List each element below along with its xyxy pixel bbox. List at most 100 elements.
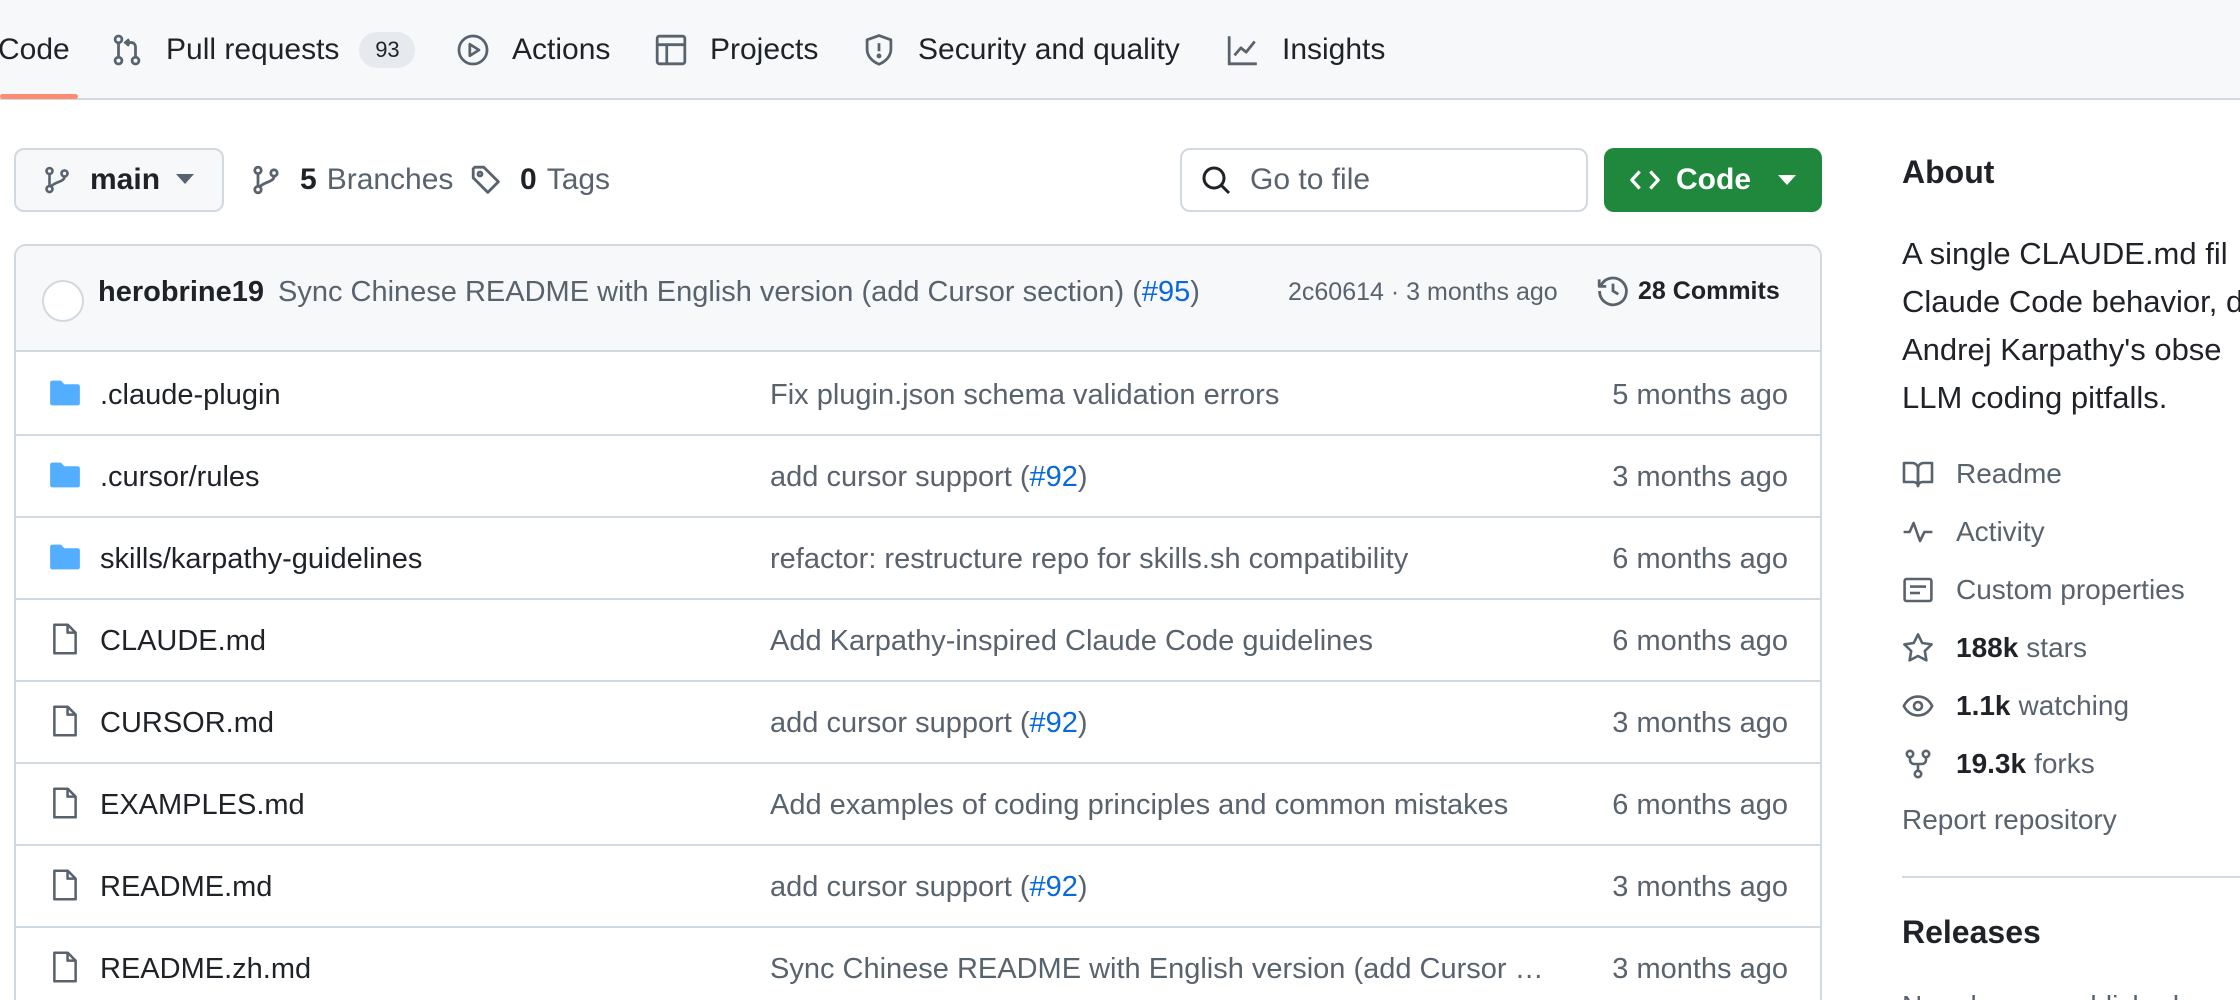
code-button[interactable]: Code: [1604, 148, 1822, 212]
tags-count: 0: [520, 163, 537, 196]
about-heading: About: [1902, 154, 1995, 190]
tags-label: Tags: [546, 163, 611, 196]
tags-link[interactable]: 0 Tags: [470, 148, 610, 212]
activity-link[interactable]: Activity: [1902, 512, 2045, 552]
search-input[interactable]: [1250, 163, 1570, 197]
commit-hash[interactable]: 2c60614: [1288, 278, 1384, 306]
forks-count: 19.3k: [1956, 748, 2027, 779]
file-name[interactable]: EXAMPLES.md: [100, 789, 305, 822]
play-icon: [456, 33, 490, 67]
file-commit-message[interactable]: add cursor support (#92): [770, 871, 1088, 904]
avatar[interactable]: [42, 280, 84, 322]
file-name[interactable]: skills/karpathy-guidelines: [100, 543, 422, 576]
git-branch-icon: [45, 166, 69, 194]
file-commit-date: 6 months ago: [1612, 543, 1788, 575]
file-row[interactable]: skills/karpathy-guidelines refactor: rest…: [16, 518, 1820, 600]
file-row[interactable]: .claude-plugin Fix plugin.json schema val…: [16, 354, 1820, 436]
file-name[interactable]: README.md: [100, 871, 272, 904]
stars-link[interactable]: 188k stars: [1902, 628, 2087, 668]
file-commit-message-text: Add examples of coding principles and co…: [770, 789, 1509, 821]
file-commit-pr-link[interactable]: #92: [1030, 871, 1078, 903]
eye-icon: [1902, 695, 1934, 717]
branch-selector-button[interactable]: main: [14, 148, 224, 212]
tab-security-label: Security and quality: [918, 33, 1180, 66]
folder-icon: [48, 540, 82, 574]
about-description-line: Andrej Karpathy's obse: [1902, 332, 2222, 367]
custom-properties-link[interactable]: Custom properties: [1902, 570, 2185, 610]
about-description-line: Claude Code behavior, d: [1902, 284, 2240, 319]
stars-label: stars: [2026, 632, 2087, 663]
custom-properties-label: Custom properties: [1956, 574, 2185, 605]
file-name[interactable]: .claude-plugin: [100, 379, 281, 412]
file-commit-pr-link[interactable]: #92: [1030, 707, 1078, 739]
file-name[interactable]: CURSOR.md: [100, 707, 274, 740]
commits-history-link[interactable]: 28 Commits: [1596, 274, 1780, 308]
tab-security[interactable]: Security and quality: [862, 0, 1180, 100]
history-icon: [1597, 276, 1628, 307]
latest-commit-bar: herobrine19 Sync Chinese README with Eng…: [16, 246, 1820, 352]
tab-code-selected-indicator: [0, 94, 78, 99]
git-pull-request-icon: [110, 33, 144, 67]
tab-pull-requests-label: Pull requests: [166, 33, 340, 66]
file-commit-message[interactable]: Fix plugin.json schema validation errors: [770, 379, 1279, 412]
tab-projects[interactable]: Projects: [654, 0, 818, 100]
commit-pr-link[interactable]: #95: [1142, 276, 1190, 308]
readme-link[interactable]: Readme: [1902, 454, 2062, 494]
file-commit-message-text: add cursor support (: [770, 871, 1030, 903]
file-name[interactable]: README.zh.md: [100, 953, 311, 986]
tab-pull-requests[interactable]: Pull requests 93: [110, 0, 416, 100]
commit-message[interactable]: Sync Chinese README with English version…: [278, 276, 1200, 309]
file-row[interactable]: .cursor/rules add cursor support (#92) 3 m…: [16, 436, 1820, 518]
repo-forked-icon: [1905, 749, 1931, 779]
repo-nav: Code Pull requests 93 Actions Projects S…: [0, 0, 2240, 100]
file-commit-message-text: Sync Chinese README with English version…: [770, 953, 1550, 985]
file-commit-message[interactable]: Sync Chinese README with English version…: [770, 953, 1550, 986]
branches-count: 5: [300, 163, 317, 196]
forks-link[interactable]: 19.3k forks: [1902, 744, 2095, 784]
about-description: A single CLAUDE.md fil Claude Code behav…: [1902, 230, 2240, 422]
file-commit-message[interactable]: add cursor support (#92): [770, 461, 1088, 494]
tab-projects-label: Projects: [710, 33, 819, 66]
file-commit-message[interactable]: Add Karpathy-inspired Claude Code guidel…: [770, 625, 1373, 658]
file-row[interactable]: README.zh.md Sync Chinese README with Eng…: [16, 928, 1820, 1000]
commit-message-text: Sync Chinese README with English version…: [278, 276, 1142, 308]
report-repository-link[interactable]: Report repository: [1902, 804, 2117, 836]
file-icon: [48, 704, 82, 738]
file-commit-message[interactable]: refactor: restructure repo for skills.sh…: [770, 543, 1408, 576]
file-row[interactable]: CURSOR.md add cursor support (#92) 3 month…: [16, 682, 1820, 764]
file-commit-message-text: Fix plugin.json schema validation errors: [770, 379, 1280, 411]
folder-icon: [48, 458, 82, 492]
file-row[interactable]: EXAMPLES.md Add examples of coding princi…: [16, 764, 1820, 846]
shield-icon: [862, 33, 896, 67]
file-icon: [48, 868, 82, 902]
search-icon: [1202, 166, 1231, 195]
commit-meta: 2c60614 · 3 months ago: [1288, 278, 1558, 307]
graph-icon: [1226, 33, 1260, 67]
stars-count: 188k: [1956, 632, 2019, 663]
tab-insights[interactable]: Insights: [1226, 0, 1385, 100]
file-row[interactable]: README.md add cursor support (#92) 3 month…: [16, 846, 1820, 928]
tab-code[interactable]: Code: [0, 0, 70, 100]
file-row[interactable]: CLAUDE.md Add Karpathy-inspired Claude Co…: [16, 600, 1820, 682]
file-commit-pr-link[interactable]: #92: [1030, 461, 1078, 493]
file-commit-date: 3 months ago: [1612, 461, 1788, 493]
tab-actions[interactable]: Actions: [456, 0, 610, 100]
note-icon: [1903, 577, 1933, 603]
file-commit-message-text: add cursor support (: [770, 461, 1030, 493]
branches-label: Branches: [326, 163, 454, 196]
file-icon: [48, 622, 82, 656]
commits-count: 28: [1638, 276, 1666, 305]
go-to-file-search[interactable]: [1180, 148, 1588, 212]
file-commit-date: 6 months ago: [1612, 625, 1788, 657]
file-name[interactable]: .cursor/rules: [100, 461, 260, 494]
watchers-link[interactable]: 1.1k watching: [1902, 686, 2129, 726]
forks-label: forks: [2034, 748, 2095, 779]
branches-link[interactable]: 5 Branches: [250, 148, 453, 212]
tab-actions-label: Actions: [512, 33, 611, 66]
file-commit-message[interactable]: Add examples of coding principles and co…: [770, 789, 1508, 822]
file-commit-message[interactable]: add cursor support (#92): [770, 707, 1088, 740]
commit-author[interactable]: herobrine19: [98, 276, 264, 309]
releases-heading[interactable]: Releases: [1902, 914, 2041, 951]
file-name[interactable]: CLAUDE.md: [100, 625, 266, 658]
file-commit-date: 5 months ago: [1612, 379, 1788, 411]
